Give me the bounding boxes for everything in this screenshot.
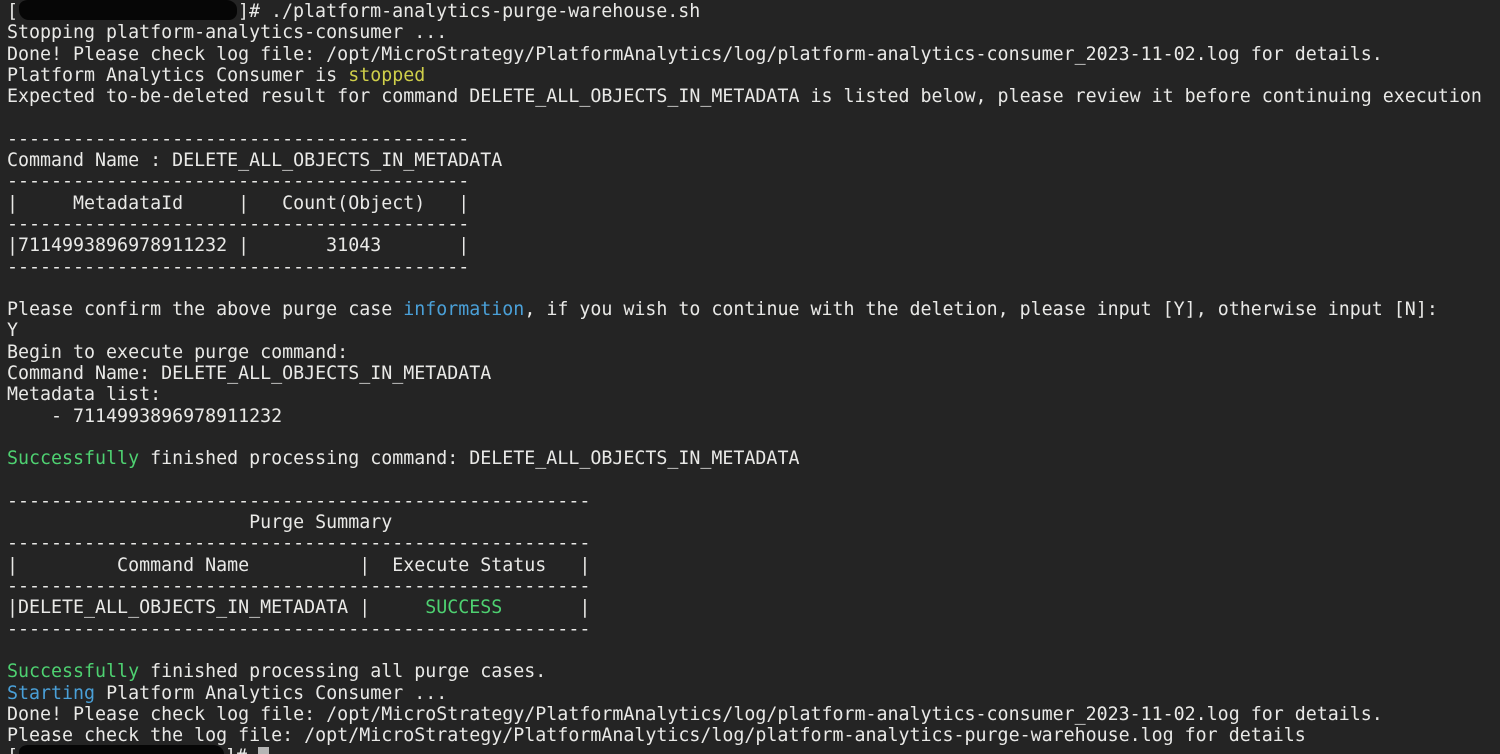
terminal-line: ----------------------------------------… <box>7 619 1500 640</box>
terminal-text: | MetadataId | Count(Object) | <box>7 193 469 214</box>
terminal-text: SUCCESS <box>425 597 502 618</box>
terminal-text: Platform Analytics Consumer is <box>7 65 348 86</box>
terminal-line: Y <box>7 320 1500 341</box>
terminal-line <box>7 427 1500 448</box>
terminal-text: ----------------------------------------… <box>7 257 469 278</box>
terminal-text: ]# <box>225 746 258 754</box>
terminal-line: |7114993896978911232 | 31043 | <box>7 235 1500 256</box>
terminal-text: Please check the log file: /opt/MicroStr… <box>7 725 1306 746</box>
redaction-overlay <box>19 745 224 754</box>
terminal-cursor <box>258 747 269 754</box>
terminal-text: Command Name : DELETE_ALL_OBJECTS_IN_MET… <box>7 150 502 171</box>
terminal-line: Successfully finished processing command… <box>7 448 1500 469</box>
terminal-line: |DELETE_ALL_OBJECTS_IN_METADATA | SUCCES… <box>7 597 1500 618</box>
terminal-text: Successfully <box>7 661 139 682</box>
terminal-text: Done! Please check log file: /opt/MicroS… <box>7 704 1383 725</box>
terminal-text: ----------------------------------------… <box>7 576 590 597</box>
terminal-text: Expected to-be-deleted result for comman… <box>7 86 1482 107</box>
terminal-line: Successfully finished processing all pur… <box>7 661 1500 682</box>
terminal-line: ----------------------------------------… <box>7 129 1500 150</box>
terminal-line: [ ]# ./platform-analytics-purge-warehouse… <box>7 1 1500 22</box>
terminal-text: stopped <box>348 65 425 86</box>
terminal-line: Stopping platform-analytics-consumer ... <box>7 22 1500 43</box>
terminal-text: Please confirm the above purge case <box>7 299 403 320</box>
terminal-text: |7114993896978911232 | 31043 | <box>7 235 469 256</box>
terminal-line: Please check the log file: /opt/MicroStr… <box>7 725 1500 746</box>
terminal-text: |DELETE_ALL_OBJECTS_IN_METADATA | <box>7 597 425 618</box>
terminal-text: ]# ./platform-analytics-purge-warehouse.… <box>238 1 700 22</box>
terminal-text: Y <box>7 320 18 341</box>
terminal-line: Command Name: DELETE_ALL_OBJECTS_IN_META… <box>7 363 1500 384</box>
terminal-line: ----------------------------------------… <box>7 257 1500 278</box>
terminal-text: Metadata list: <box>7 384 161 405</box>
terminal-text: Stopping platform-analytics-consumer ... <box>7 22 447 43</box>
terminal-text: Successfully <box>7 448 139 469</box>
terminal-text: Command Name: DELETE_ALL_OBJECTS_IN_META… <box>7 363 491 384</box>
terminal-line: | MetadataId | Count(Object) | <box>7 193 1500 214</box>
terminal-text: | Command Name | Execute Status | <box>7 555 590 576</box>
terminal-line: Platform Analytics Consumer is stopped <box>7 65 1500 86</box>
terminal-text: Begin to execute purge command: <box>7 342 348 363</box>
terminal-text: Done! Please check log file: /opt/MicroS… <box>7 44 1383 65</box>
terminal-text: finished processing command: DELETE_ALL_… <box>139 448 799 469</box>
terminal-text: Platform Analytics Consumer ... <box>95 683 447 704</box>
terminal-text: ----------------------------------------… <box>7 619 590 640</box>
terminal-text: ----------------------------------------… <box>7 491 590 512</box>
terminal-line: Done! Please check log file: /opt/MicroS… <box>7 704 1500 725</box>
terminal-text: ----------------------------------------… <box>7 129 469 150</box>
terminal-line <box>7 640 1500 661</box>
terminal-text: - 7114993896978911232 <box>7 406 282 427</box>
terminal-line: Purge Summary <box>7 512 1500 533</box>
terminal-screen[interactable]: [ ]# ./platform-analytics-purge-warehouse… <box>0 0 1500 754</box>
terminal-text: [ <box>7 746 18 754</box>
terminal-line: | Command Name | Execute Status | <box>7 555 1500 576</box>
terminal-text: ----------------------------------------… <box>7 214 469 235</box>
terminal-text: information <box>403 299 524 320</box>
terminal-line: Metadata list: <box>7 384 1500 405</box>
terminal-text: Starting <box>7 683 95 704</box>
terminal-line: ----------------------------------------… <box>7 533 1500 554</box>
terminal-line: [ ]# <box>7 746 1500 754</box>
terminal-line: ----------------------------------------… <box>7 214 1500 235</box>
terminal-line <box>7 278 1500 299</box>
terminal-line: Command Name : DELETE_ALL_OBJECTS_IN_MET… <box>7 150 1500 171</box>
terminal-text: ----------------------------------------… <box>7 533 590 554</box>
terminal-line <box>7 107 1500 128</box>
terminal-line: Starting Platform Analytics Consumer ... <box>7 683 1500 704</box>
terminal-line: - 7114993896978911232 <box>7 406 1500 427</box>
terminal-text: finished processing all purge cases. <box>139 661 546 682</box>
terminal-line <box>7 470 1500 491</box>
terminal-line: Please confirm the above purge case info… <box>7 299 1500 320</box>
terminal-text: [ <box>7 1 18 22</box>
terminal-text: , if you wish to continue with the delet… <box>524 299 1438 320</box>
terminal-line: ----------------------------------------… <box>7 576 1500 597</box>
redaction-overlay <box>19 0 237 20</box>
terminal-line: Expected to-be-deleted result for comman… <box>7 86 1500 107</box>
terminal-text: Purge Summary <box>7 512 392 533</box>
terminal-line: ----------------------------------------… <box>7 491 1500 512</box>
terminal-line: ----------------------------------------… <box>7 171 1500 192</box>
terminal-line: Begin to execute purge command: <box>7 342 1500 363</box>
terminal-text: | <box>502 597 590 618</box>
terminal-line: Done! Please check log file: /opt/MicroS… <box>7 44 1500 65</box>
terminal-text: ----------------------------------------… <box>7 171 469 192</box>
